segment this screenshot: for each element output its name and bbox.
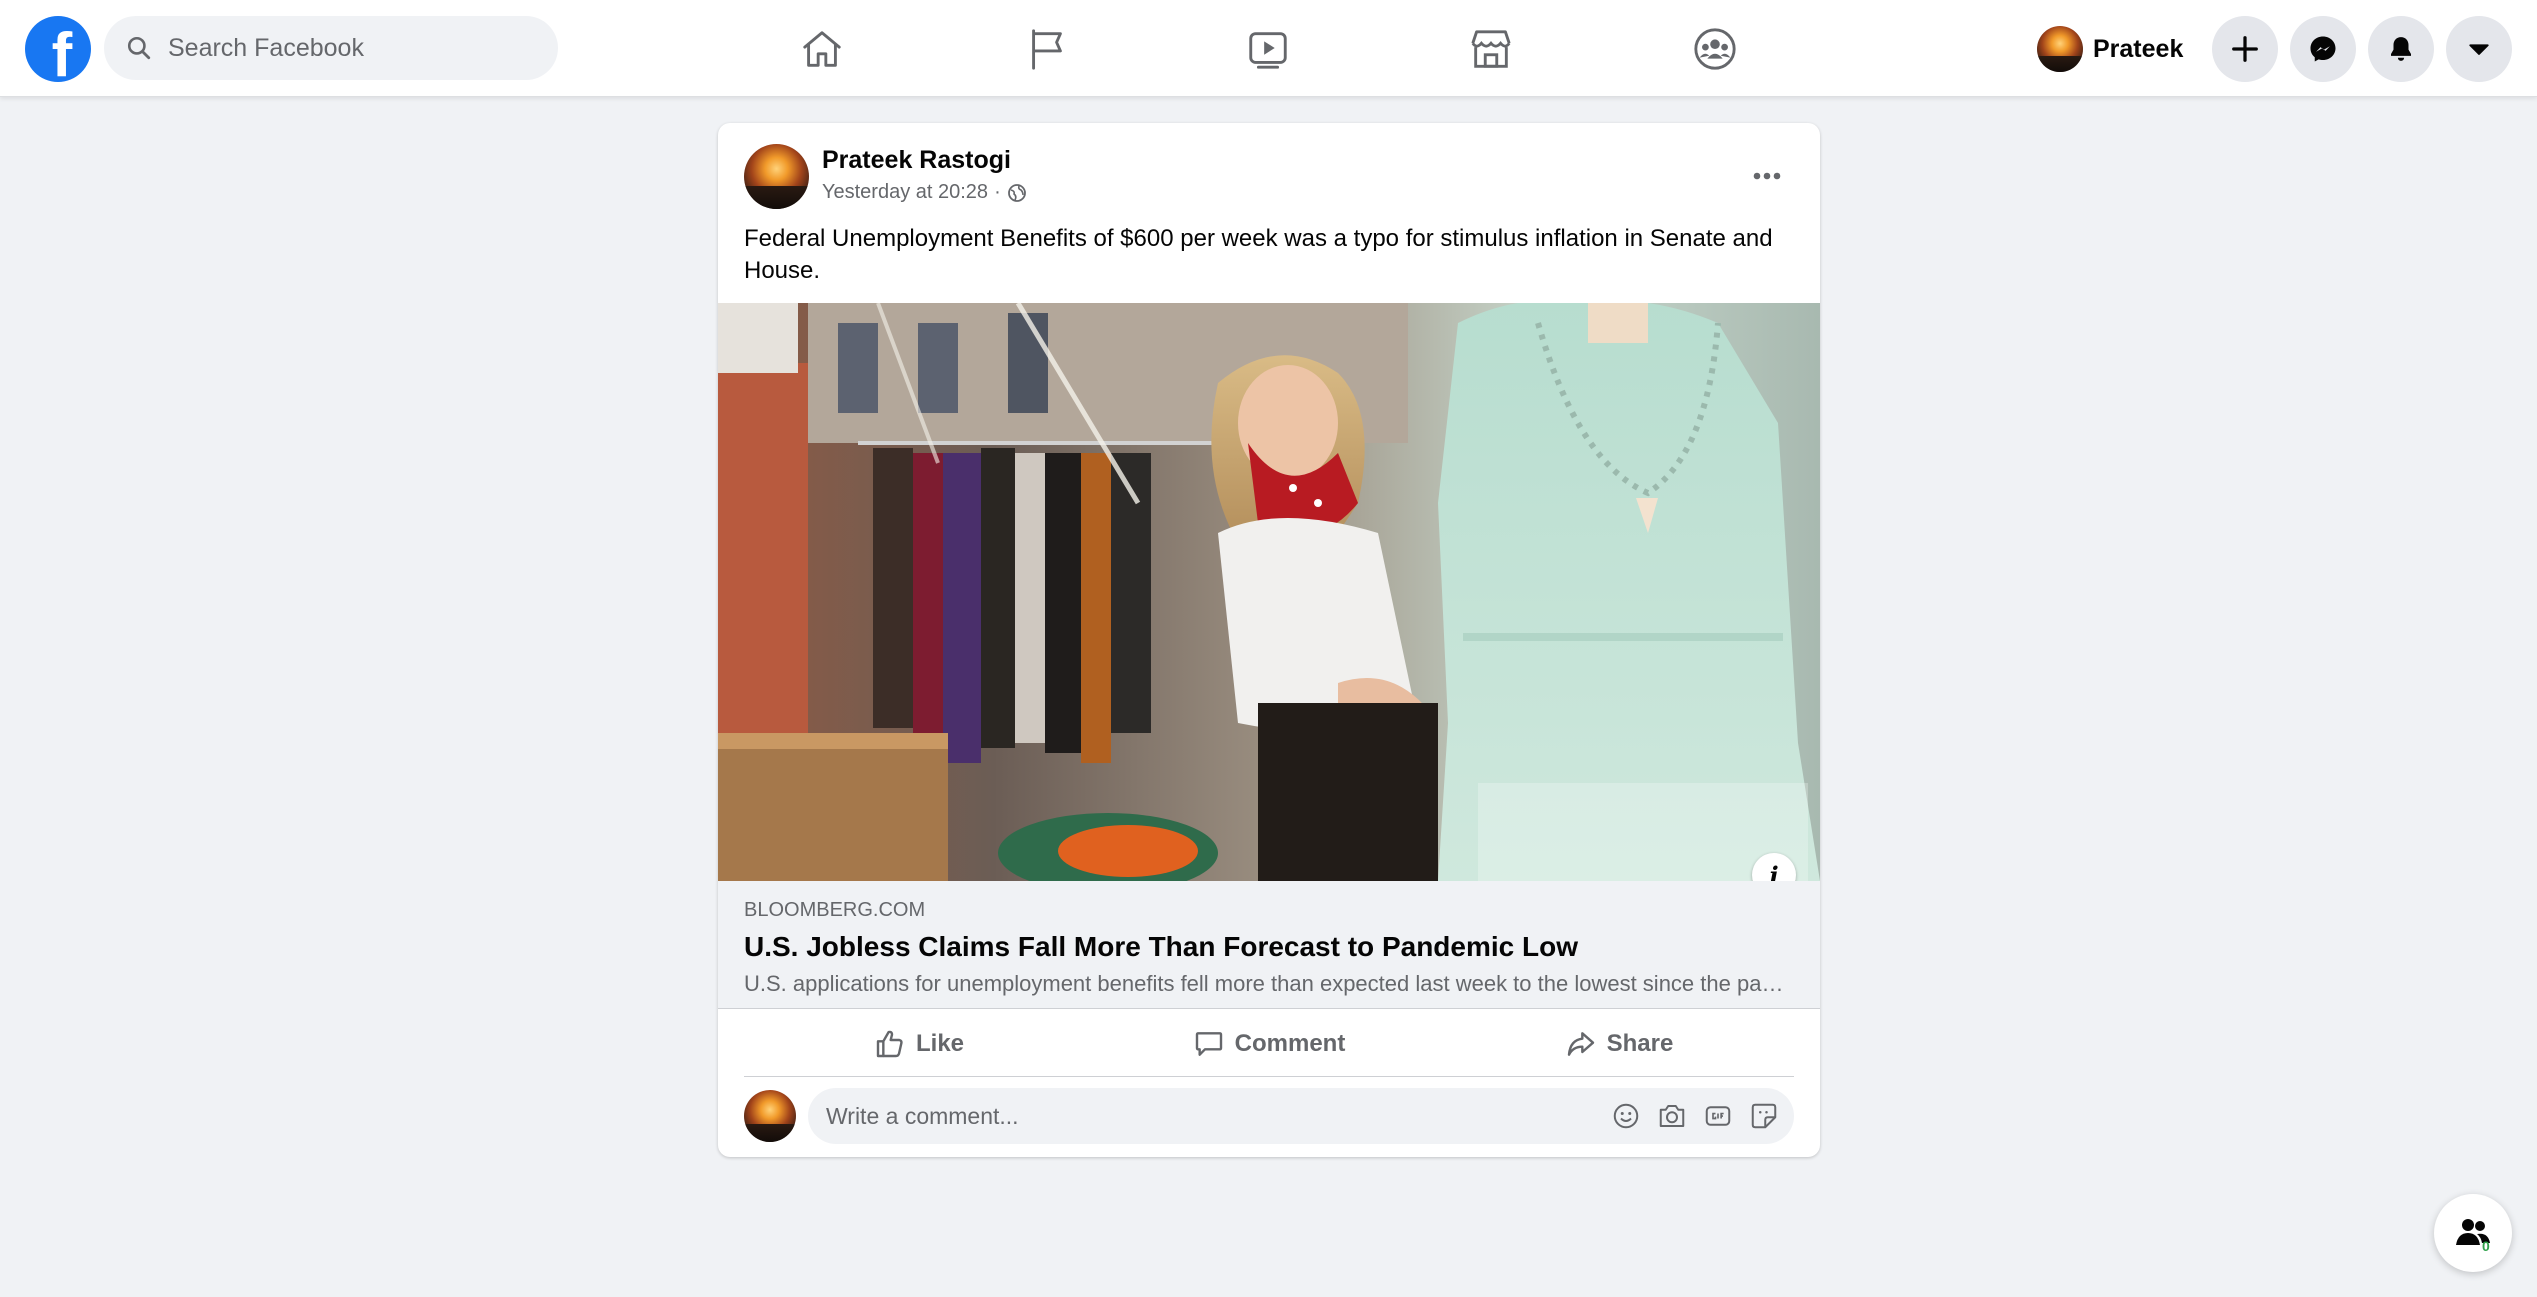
search-bar[interactable] xyxy=(104,16,558,80)
tab-watch[interactable] xyxy=(1236,18,1300,80)
meta-separator: · xyxy=(994,181,1001,203)
store-icon xyxy=(1471,30,1511,68)
profile-shortcut[interactable]: Prateek xyxy=(2037,22,2183,76)
emoji-button[interactable] xyxy=(1610,1100,1642,1132)
tab-groups[interactable] xyxy=(1683,18,1747,80)
sticker-icon xyxy=(1751,1103,1777,1129)
messenger-icon xyxy=(2310,36,2336,62)
author-avatar[interactable] xyxy=(744,144,809,209)
facebook-logo[interactable]: f xyxy=(25,16,91,82)
post-meta: Yesterday at 20:28 · xyxy=(822,181,1027,204)
like-button[interactable]: Like xyxy=(744,1011,1094,1076)
video-play-icon xyxy=(1249,32,1287,69)
share-label: Share xyxy=(1606,1029,1674,1057)
avatar xyxy=(2037,26,2083,72)
bell-icon xyxy=(2391,37,2411,61)
shop-window-photo xyxy=(718,303,1820,881)
photo-button[interactable] xyxy=(1656,1100,1688,1132)
post-timestamp[interactable]: Yesterday at 20:28 xyxy=(822,181,988,204)
post-card: Prateek Rastogi Yesterday at 20:28 · Fed… xyxy=(718,123,1820,1157)
sticker-button[interactable] xyxy=(1748,1100,1780,1132)
account-menu-button[interactable] xyxy=(2446,16,2512,82)
profile-name: Prateek xyxy=(2093,34,2184,63)
camera-icon xyxy=(1659,1105,1685,1127)
gif-button[interactable] xyxy=(1702,1100,1734,1132)
search-input[interactable] xyxy=(168,33,528,63)
contacts-count: 0 xyxy=(2482,1238,2490,1254)
tab-marketplace[interactable] xyxy=(1459,18,1523,80)
comment-input[interactable] xyxy=(826,1102,1596,1130)
contacts-button[interactable]: 0 xyxy=(2434,1194,2512,1272)
comment-bubble-icon xyxy=(1195,1031,1222,1056)
link-description: U.S. applications for unemployment benef… xyxy=(744,971,1784,996)
emoji-icon xyxy=(1613,1103,1639,1129)
link-title[interactable]: U.S. Jobless Claims Fall More Than Forec… xyxy=(744,931,1578,963)
tab-pages[interactable] xyxy=(1015,18,1079,80)
post-options-button[interactable] xyxy=(1742,151,1792,201)
create-button[interactable] xyxy=(2212,16,2278,82)
groups-icon xyxy=(1694,28,1736,70)
plus-icon xyxy=(2232,36,2258,62)
top-navigation-bar: f Prateek xyxy=(0,0,2537,97)
flag-icon xyxy=(1032,29,1062,70)
comment-box[interactable] xyxy=(808,1088,1794,1144)
post-text: Federal Unemployment Benefits of $600 pe… xyxy=(744,225,1773,284)
post-actions-bar: Like Comment Share xyxy=(744,1011,1794,1077)
home-icon xyxy=(803,31,841,67)
like-label: Like xyxy=(915,1029,965,1057)
link-preview-image[interactable] xyxy=(718,303,1820,881)
notifications-button[interactable] xyxy=(2368,16,2434,82)
link-domain: BLOOMBERG.COM xyxy=(744,899,926,921)
thumbs-up-icon xyxy=(876,1030,903,1057)
comment-label: Comment xyxy=(1234,1029,1346,1057)
search-icon xyxy=(127,36,151,60)
share-button[interactable]: Share xyxy=(1444,1011,1794,1076)
globe-icon xyxy=(1007,183,1026,202)
commenter-avatar[interactable] xyxy=(744,1090,796,1142)
more-horizontal-icon xyxy=(1753,172,1781,180)
comment-button[interactable]: Comment xyxy=(1094,1011,1444,1076)
comment-composer xyxy=(744,1088,1794,1144)
gif-icon xyxy=(1705,1106,1731,1126)
share-arrow-icon xyxy=(1567,1031,1594,1056)
link-preview-footer[interactable]: BLOOMBERG.COM U.S. Jobless Claims Fall M… xyxy=(718,881,1820,1009)
caret-down-icon xyxy=(2469,44,2489,55)
messenger-button[interactable] xyxy=(2290,16,2356,82)
author-name[interactable]: Prateek Rastogi xyxy=(822,146,1011,175)
tab-home[interactable] xyxy=(790,18,854,80)
